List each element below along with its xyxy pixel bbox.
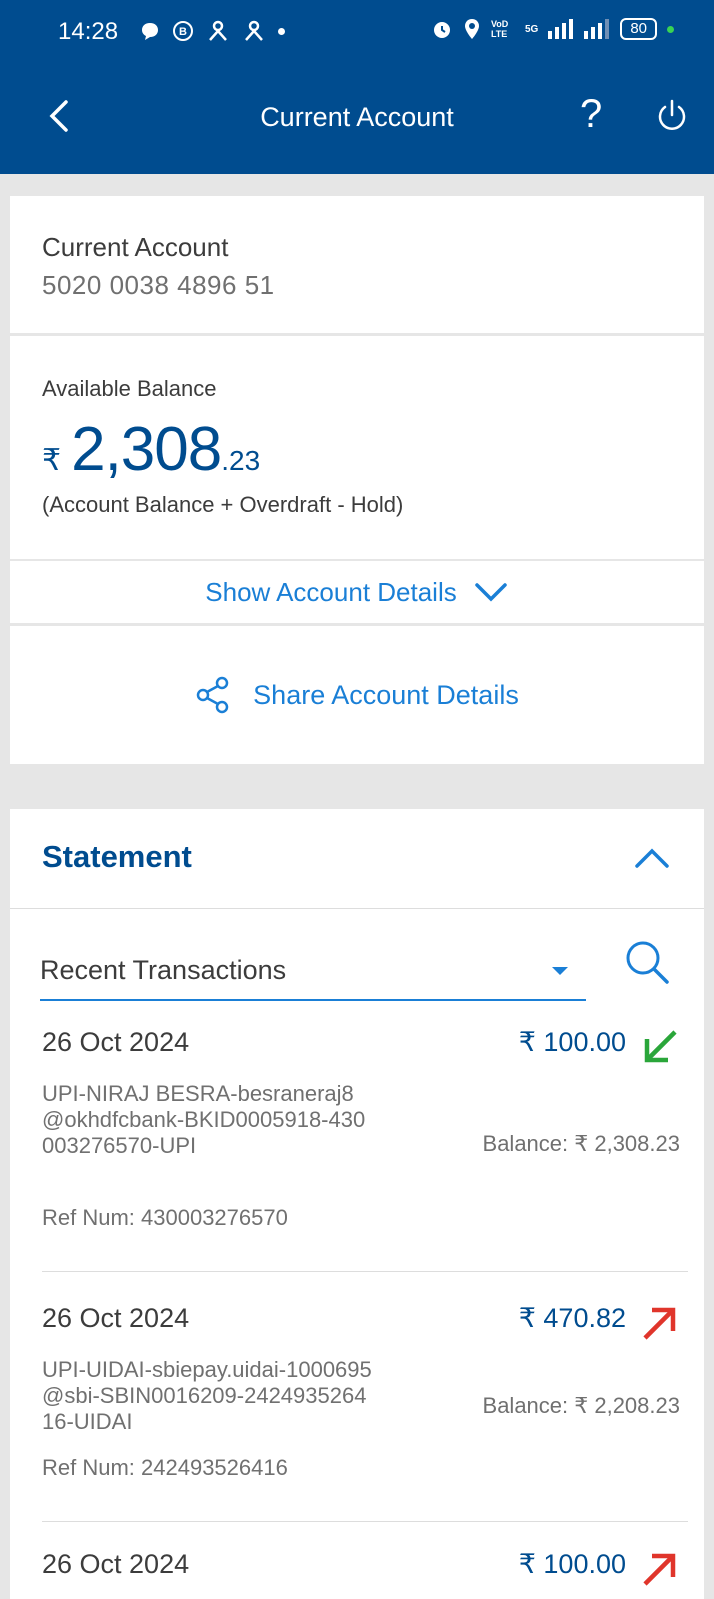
svg-text:B: B	[179, 26, 187, 38]
chevron-up-icon[interactable]	[634, 845, 670, 871]
status-bar: 14:28 B VoD LTE 5G 80	[0, 0, 714, 66]
transaction-balance: Balance: ₹ 2,208.23	[482, 1393, 680, 1418]
b-badge-icon: B	[173, 21, 193, 41]
alarm-icon	[433, 22, 450, 38]
show-details-label: Show Account Details	[205, 576, 457, 607]
transaction-ref: Ref Num: 430003276570	[42, 1205, 288, 1230]
transaction-ref: Ref Num: 242493526416	[42, 1455, 288, 1480]
chat-icon	[142, 23, 158, 40]
transaction-amount: ₹ 470.82	[518, 1303, 626, 1333]
account-type: Current Account	[42, 232, 229, 262]
person-icon	[209, 20, 227, 41]
balance-decimal: .23	[221, 445, 261, 476]
show-account-details-button[interactable]: Show Account Details	[10, 561, 704, 623]
volte-label: VoD LTE	[490, 19, 509, 39]
app-bar: Current Account ?	[0, 66, 714, 174]
transaction-row[interactable]: 26 Oct 2024 ₹ 100.00	[42, 1549, 682, 1599]
transaction-amount: ₹ 100.00	[518, 1027, 626, 1057]
transaction-description: UPI-NIRAJ BESRA-besraneraj8@okhdfcbank-B…	[42, 1081, 366, 1158]
network-label: 5G	[524, 23, 539, 35]
debit-arrow-icon	[643, 1307, 676, 1340]
rupee-symbol: ₹	[42, 444, 62, 477]
status-time: 14:28	[58, 18, 119, 45]
location-icon	[464, 19, 479, 39]
statement-title: Statement	[42, 839, 192, 874]
logout-power-icon[interactable]	[654, 98, 690, 134]
account-number: 5020 0038 4896 51	[42, 270, 275, 300]
account-card: Current Account 5020 0038 4896 51	[10, 196, 704, 333]
credit-arrow-icon	[644, 1030, 677, 1063]
signal-icon	[548, 19, 574, 39]
balance-note: (Account Balance + Overdraft - Hold)	[42, 492, 404, 517]
help-icon[interactable]: ?	[580, 92, 602, 137]
balance-integer: 2,308	[71, 415, 222, 484]
row-divider	[42, 1521, 688, 1522]
share-icon	[196, 676, 229, 714]
system-icons: VoD LTE 5G 80	[431, 18, 674, 40]
transaction-amount: ₹ 100.00	[518, 1549, 626, 1579]
page-title: Current Account	[260, 102, 454, 132]
chevron-down-icon	[474, 583, 507, 602]
available-balance: ₹ 2,308 .23	[42, 414, 260, 485]
dot-icon	[278, 27, 285, 35]
dropdown-caret-icon	[552, 967, 568, 975]
search-icon[interactable]	[624, 939, 670, 985]
privacy-dot-icon	[667, 25, 674, 33]
transaction-row[interactable]: 26 Oct 2024 ₹ 470.82 UPI-UIDAI-sbiepay.u…	[42, 1303, 688, 1551]
filter-value: Recent Transactions	[40, 955, 287, 985]
signal-icon	[584, 19, 610, 39]
statement-card: Statement Recent Transactions 26 Oct 202…	[10, 809, 704, 1599]
share-account-details-button[interactable]: Share Account Details	[10, 626, 704, 764]
transaction-row[interactable]: 26 Oct 2024 ₹ 100.00 UPI-NIRAJ BESRA-bes…	[42, 1027, 688, 1277]
transaction-balance: Balance: ₹ 2,308.23	[482, 1131, 680, 1156]
debit-arrow-icon	[643, 1553, 676, 1586]
transaction-date: 26 Oct 2024	[42, 1549, 190, 1579]
transaction-date: 26 Oct 2024	[42, 1303, 190, 1333]
transaction-description: UPI-UIDAI-sbiepay.uidai-1000695@sbi-SBIN…	[42, 1357, 372, 1434]
person-icon	[245, 20, 263, 41]
battery-indicator: 80	[620, 18, 657, 40]
notification-icons: B	[140, 20, 285, 42]
row-divider	[42, 1271, 688, 1272]
transaction-date: 26 Oct 2024	[42, 1027, 190, 1057]
share-details-label: Share Account Details	[253, 679, 519, 710]
balance-label: Available Balance	[42, 376, 217, 401]
divider	[10, 908, 704, 909]
balance-card: Available Balance ₹ 2,308 .23 (Account B…	[10, 336, 704, 559]
transaction-filter-dropdown[interactable]: Recent Transactions	[40, 945, 586, 1001]
